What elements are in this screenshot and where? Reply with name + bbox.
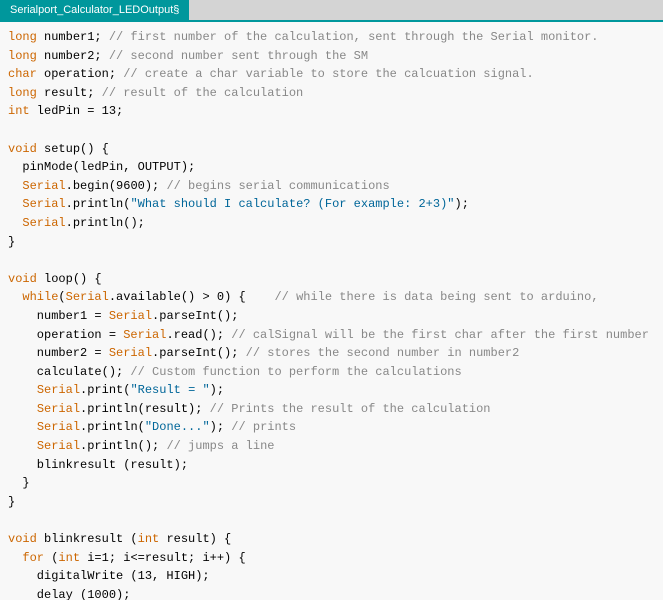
code-line: Serial.println(); // jumps a line: [8, 437, 655, 456]
code-line: while(Serial.available() > 0) { // while…: [8, 288, 655, 307]
code-line: digitalWrite (13, HIGH);: [8, 567, 655, 586]
code-line: number1 = Serial.parseInt();: [8, 307, 655, 326]
code-line: long number2; // second number sent thro…: [8, 47, 655, 66]
code-line: delay (1000);: [8, 586, 655, 600]
tab-label: Serialport_Calculator_LEDOutput§: [10, 4, 179, 16]
code-line: Serial.println("Done..."); // prints: [8, 418, 655, 437]
active-tab[interactable]: Serialport_Calculator_LEDOutput§: [0, 0, 189, 20]
tab-bar: Serialport_Calculator_LEDOutput§: [0, 0, 663, 22]
code-line: int ledPin = 13;: [8, 102, 655, 121]
code-line: void loop() {: [8, 270, 655, 289]
code-line: [8, 251, 655, 270]
code-area: long number1; // first number of the cal…: [0, 22, 663, 600]
code-line: void blinkresult (int result) {: [8, 530, 655, 549]
code-line: Serial.begin(9600); // begins serial com…: [8, 177, 655, 196]
code-line: char operation; // create a char variabl…: [8, 65, 655, 84]
code-line: Serial.print("Result = ");: [8, 381, 655, 400]
code-line: }: [8, 474, 655, 493]
code-line: }: [8, 233, 655, 252]
code-line: [8, 121, 655, 140]
code-line: long number1; // first number of the cal…: [8, 28, 655, 47]
code-line: for (int i=1; i<=result; i++) {: [8, 549, 655, 568]
code-line: calculate(); // Custom function to perfo…: [8, 363, 655, 382]
code-line: void setup() {: [8, 140, 655, 159]
code-line: blinkresult (result);: [8, 456, 655, 475]
code-line: Serial.println("What should I calculate?…: [8, 195, 655, 214]
code-line: }: [8, 493, 655, 512]
code-line: Serial.println(result); // Prints the re…: [8, 400, 655, 419]
code-line: number2 = Serial.parseInt(); // stores t…: [8, 344, 655, 363]
code-line: operation = Serial.read(); // calSignal …: [8, 326, 655, 345]
code-line: pinMode(ledPin, OUTPUT);: [8, 158, 655, 177]
code-line: long result; // result of the calculatio…: [8, 84, 655, 103]
code-line: [8, 511, 655, 530]
code-line: Serial.println();: [8, 214, 655, 233]
